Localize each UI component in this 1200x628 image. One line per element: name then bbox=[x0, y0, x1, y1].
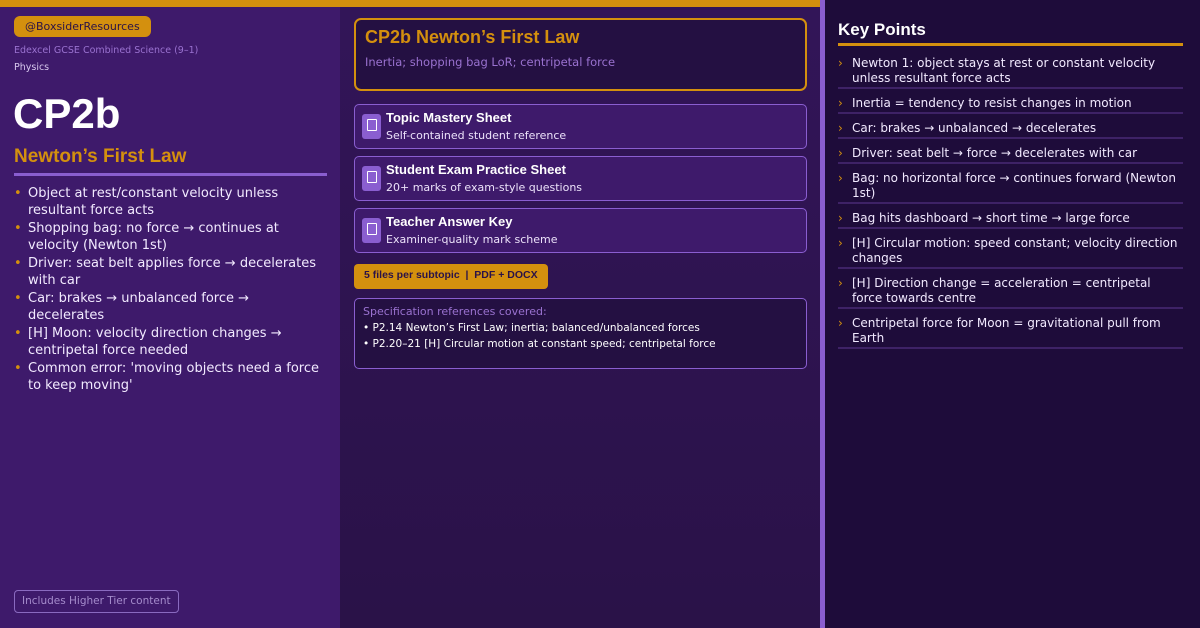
files-count-badge: 5 files per subtopic | PDF + DOCX bbox=[354, 264, 548, 289]
list-item: • Object at rest/constant velocity unless… bbox=[14, 186, 279, 218]
topic-hero-card: CP2b Newton’s First Law Inertia; shoppin… bbox=[354, 18, 807, 91]
list-item: › Bag: no horizontal force → continues fo… bbox=[838, 171, 1183, 204]
bullet-icon: • bbox=[14, 326, 22, 341]
topic-code: CP2b bbox=[13, 90, 121, 137]
list-item: › Bag hits dashboard → short time → large… bbox=[838, 211, 1183, 229]
list-item: › Driver: seat belt → force → decelerates… bbox=[838, 146, 1183, 164]
exam-board-label: Edexcel GCSE Combined Science (9–1) bbox=[14, 45, 199, 56]
file-title: Topic Mastery Sheet bbox=[386, 110, 512, 125]
key-points-panel: Key Points › Newton 1: object stays at re… bbox=[825, 0, 1200, 628]
higher-tier-badge: Includes Higher Tier content bbox=[14, 590, 179, 613]
chevron-right-icon: › bbox=[838, 121, 843, 135]
file-description: Examiner-quality mark scheme bbox=[386, 233, 558, 246]
chevron-right-icon: › bbox=[838, 171, 843, 185]
document-icon bbox=[362, 114, 381, 139]
handle-badge[interactable]: @BoxsiderResources bbox=[14, 16, 151, 37]
spec-heading: Specification references covered: bbox=[363, 305, 547, 318]
spec-line: • P2.14 Newton’s First Law; inertia; bal… bbox=[363, 322, 700, 334]
hero-title: CP2b Newton’s First Law bbox=[365, 27, 580, 47]
list-item: • [H] Moon: velocity direction changes → … bbox=[14, 326, 282, 358]
topic-title: Newton’s First Law bbox=[14, 146, 187, 167]
chevron-right-icon: › bbox=[838, 56, 843, 70]
bullet-icon: • bbox=[14, 291, 22, 306]
list-item: › Inertia = tendency to resist changes in… bbox=[838, 96, 1183, 114]
file-description: 20+ marks of exam-style questions bbox=[386, 181, 583, 194]
list-item: • Shopping bag: no force → continues at v… bbox=[14, 221, 279, 253]
left-panel: @BoxsiderResources Edexcel GCSE Combined… bbox=[0, 7, 340, 628]
spec-line: • P2.20–21 [H] Circular motion at consta… bbox=[363, 338, 716, 350]
hero-subtitle: Inertia; shopping bag LoR; centripetal f… bbox=[365, 55, 616, 69]
list-item: › [H] Circular motion: speed constant; ve… bbox=[838, 236, 1183, 269]
key-points-title: Key Points bbox=[838, 20, 926, 39]
list-item: › Newton 1: object stays at rest or const… bbox=[838, 56, 1183, 89]
chevron-right-icon: › bbox=[838, 316, 843, 330]
title-divider bbox=[14, 173, 327, 176]
list-item: • Common error: 'moving objects need a fo… bbox=[14, 361, 319, 393]
bullet-icon: • bbox=[14, 221, 22, 236]
bullet-icon: • bbox=[14, 361, 22, 376]
chevron-right-icon: › bbox=[838, 96, 843, 110]
chevron-right-icon: › bbox=[838, 146, 843, 160]
bullet-icon: • bbox=[14, 186, 22, 201]
file-card-answer-key[interactable]: Teacher Answer Key Examiner-quality mark… bbox=[354, 208, 807, 253]
chevron-right-icon: › bbox=[838, 236, 843, 250]
key-points-list: › Newton 1: object stays at rest or const… bbox=[838, 56, 1183, 356]
chevron-right-icon: › bbox=[838, 276, 843, 290]
file-description: Self-contained student reference bbox=[386, 129, 567, 142]
specification-box: Specification references covered: • P2.1… bbox=[354, 298, 807, 369]
file-title: Student Exam Practice Sheet bbox=[386, 162, 566, 177]
file-card-mastery-sheet[interactable]: Topic Mastery Sheet Self-contained stude… bbox=[354, 104, 807, 149]
left-summary-list: • Object at rest/constant velocity unless… bbox=[14, 185, 319, 395]
key-points-divider bbox=[838, 43, 1183, 46]
list-item: › [H] Direction change = acceleration = c… bbox=[838, 276, 1183, 309]
list-item: › Centripetal force for Moon = gravitatio… bbox=[838, 316, 1183, 349]
file-card-exam-practice[interactable]: Student Exam Practice Sheet 20+ marks of… bbox=[354, 156, 807, 201]
document-icon bbox=[362, 166, 381, 191]
list-item: › Car: brakes → unbalanced → decelerates bbox=[838, 121, 1183, 139]
list-item: • Driver: seat belt applies force → decel… bbox=[14, 256, 317, 288]
middle-panel: CP2b Newton’s First Law Inertia; shoppin… bbox=[340, 7, 820, 628]
top-accent-bar bbox=[0, 0, 820, 7]
file-title: Teacher Answer Key bbox=[386, 214, 513, 229]
document-icon bbox=[362, 218, 381, 243]
list-item: • Car: brakes → unbalanced force → decele… bbox=[14, 291, 250, 323]
chevron-right-icon: › bbox=[838, 211, 843, 225]
bullet-icon: • bbox=[14, 256, 22, 271]
subject-label: Physics bbox=[14, 62, 50, 73]
